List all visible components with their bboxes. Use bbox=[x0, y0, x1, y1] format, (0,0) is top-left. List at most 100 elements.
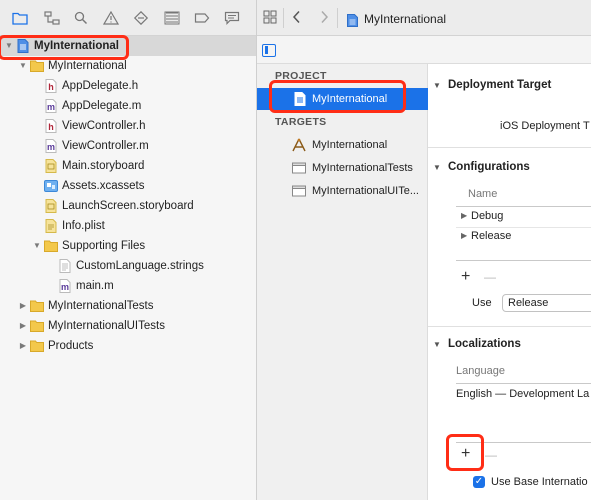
tree-item[interactable]: CustomLanguage.strings bbox=[0, 256, 256, 276]
disclosure-open-icon[interactable]: ▼ bbox=[32, 236, 42, 256]
add-localization-button[interactable]: + bbox=[461, 446, 470, 462]
editor-sub-bar bbox=[257, 36, 591, 64]
section-divider bbox=[428, 326, 591, 327]
use-base-internationalization-label: Use Base Internatio bbox=[491, 476, 588, 488]
section-divider bbox=[428, 147, 591, 148]
svg-text:m: m bbox=[47, 142, 55, 152]
header-file-icon: h bbox=[44, 79, 58, 93]
target-item[interactable]: MyInternational bbox=[257, 134, 428, 156]
tree-item[interactable]: Main.storyboard bbox=[0, 156, 256, 176]
tree-item[interactable]: ▼ Supporting Files bbox=[0, 236, 256, 256]
disclosure-closed-icon[interactable]: ▶ bbox=[18, 316, 28, 336]
debug-icon[interactable] bbox=[164, 11, 180, 25]
issue-icon[interactable] bbox=[103, 11, 119, 25]
target-item[interactable]: MyInternationalTests bbox=[257, 157, 428, 179]
strings-file-icon bbox=[58, 259, 72, 273]
related-items-icon[interactable] bbox=[263, 10, 277, 26]
remove-configuration-button[interactable]: — bbox=[484, 269, 496, 285]
source-control-icon[interactable] bbox=[44, 11, 60, 25]
jump-bar-title[interactable]: MyInternational bbox=[364, 12, 446, 26]
localizations-title: Localizations bbox=[448, 338, 521, 350]
targets-section-header: TARGETS bbox=[275, 116, 327, 128]
disclosure-open-icon[interactable]: ▼ bbox=[18, 56, 28, 76]
asset-catalog-icon bbox=[44, 179, 58, 193]
jump-bar-divider bbox=[337, 8, 338, 28]
tree-item-label: AppDelegate.m bbox=[62, 100, 142, 112]
tree-item[interactable]: m main.m bbox=[0, 276, 256, 296]
implementation-file-icon: m bbox=[58, 279, 72, 293]
folder-icon bbox=[44, 239, 58, 253]
tree-item[interactable]: ▶ Products bbox=[0, 336, 256, 356]
tree-item-label: Info.plist bbox=[62, 220, 105, 232]
tree-item[interactable]: LaunchScreen.storyboard bbox=[0, 196, 256, 216]
folder-icon bbox=[30, 59, 44, 73]
folder-icon bbox=[30, 299, 44, 313]
breakpoint-icon[interactable] bbox=[194, 11, 210, 25]
project-editor: MyInternational PROJECT MyInternational … bbox=[257, 0, 591, 500]
plist-file-icon bbox=[44, 219, 58, 233]
configuration-name: Debug bbox=[471, 210, 504, 222]
tree-item[interactable]: ▶ MyInternationalUITests bbox=[0, 316, 256, 336]
project-file-icon bbox=[347, 14, 358, 27]
tree-item-label: ViewController.h bbox=[62, 120, 146, 132]
table-divider bbox=[456, 442, 591, 443]
add-configuration-button[interactable]: + bbox=[461, 269, 470, 285]
project-section-header: PROJECT bbox=[275, 70, 327, 82]
tree-item-label: AppDelegate.h bbox=[62, 80, 139, 92]
tree-item-label: Products bbox=[48, 340, 94, 352]
expand-triangle-icon[interactable]: ▶ bbox=[461, 231, 467, 240]
forward-chevron-icon[interactable] bbox=[319, 10, 329, 26]
implementation-file-icon: m bbox=[44, 139, 58, 153]
target-item[interactable]: MyInternationalUITe... bbox=[257, 180, 428, 202]
disclosure-closed-icon[interactable]: ▶ bbox=[18, 296, 28, 316]
tree-item[interactable]: h ViewController.h bbox=[0, 116, 256, 136]
tree-item[interactable]: m ViewController.m bbox=[0, 136, 256, 156]
tree-item-label: Supporting Files bbox=[62, 240, 146, 252]
implementation-file-icon: m bbox=[44, 99, 58, 113]
report-icon[interactable] bbox=[224, 11, 240, 25]
disclosure-triangle-icon[interactable]: ▼ bbox=[433, 81, 441, 90]
back-chevron-icon[interactable] bbox=[292, 10, 302, 26]
sidebar-toggle-icon[interactable] bbox=[262, 44, 276, 57]
tree-item-label: MyInternational bbox=[48, 60, 127, 72]
tree-item[interactable]: ▼ MyInternational bbox=[0, 36, 256, 56]
use-configuration-select[interactable]: Release bbox=[502, 294, 591, 312]
svg-text:h: h bbox=[48, 122, 54, 132]
use-base-internationalization-checkbox[interactable]: ✓ bbox=[473, 476, 485, 488]
disclosure-closed-icon[interactable]: ▶ bbox=[18, 336, 28, 356]
tree-item-label: LaunchScreen.storyboard bbox=[62, 200, 194, 212]
tree-item-label: CustomLanguage.strings bbox=[76, 260, 204, 272]
svg-text:m: m bbox=[47, 102, 55, 112]
ios-deployment-target-label: iOS Deployment T bbox=[500, 120, 590, 132]
tree-item[interactable]: ▼ MyInternational bbox=[0, 56, 256, 76]
search-icon[interactable] bbox=[73, 11, 89, 25]
project-settings-pane: ▼ Deployment Target iOS Deployment T ▼ C… bbox=[428, 64, 591, 500]
test-icon[interactable] bbox=[133, 11, 149, 25]
header-file-icon: h bbox=[44, 119, 58, 133]
localization-row-english[interactable]: English — Development La bbox=[456, 388, 589, 400]
tree-item-label: main.m bbox=[76, 280, 114, 292]
tree-item[interactable]: h AppDelegate.h bbox=[0, 76, 256, 96]
table-divider bbox=[456, 227, 591, 228]
folder-icon[interactable] bbox=[12, 11, 28, 25]
target-item-label: MyInternationalTests bbox=[312, 162, 413, 174]
configurations-title: Configurations bbox=[448, 161, 530, 173]
tree-item-label: MyInternationalUITests bbox=[48, 320, 165, 332]
tree-item[interactable]: Info.plist bbox=[0, 216, 256, 236]
test-target-icon bbox=[292, 161, 306, 175]
use-label: Use bbox=[472, 297, 492, 309]
language-header: Language bbox=[456, 365, 505, 377]
configurations-name-header: Name bbox=[468, 188, 498, 200]
expand-triangle-icon[interactable]: ▶ bbox=[461, 211, 467, 220]
target-item-label: MyInternational bbox=[312, 139, 388, 151]
tree-item[interactable]: Assets.xcassets bbox=[0, 176, 256, 196]
tree-item-label: Assets.xcassets bbox=[62, 180, 145, 192]
tree-item[interactable]: m AppDelegate.m bbox=[0, 96, 256, 116]
disclosure-triangle-icon[interactable]: ▼ bbox=[433, 340, 441, 349]
disclosure-triangle-icon[interactable]: ▼ bbox=[433, 163, 441, 172]
tree-item[interactable]: ▶ MyInternationalTests bbox=[0, 296, 256, 316]
remove-localization-button[interactable]: — bbox=[485, 447, 497, 463]
project-item-myinternational[interactable]: MyInternational bbox=[257, 88, 428, 110]
disclosure-open-icon[interactable]: ▼ bbox=[4, 36, 14, 56]
storyboard-file-icon bbox=[44, 199, 58, 213]
